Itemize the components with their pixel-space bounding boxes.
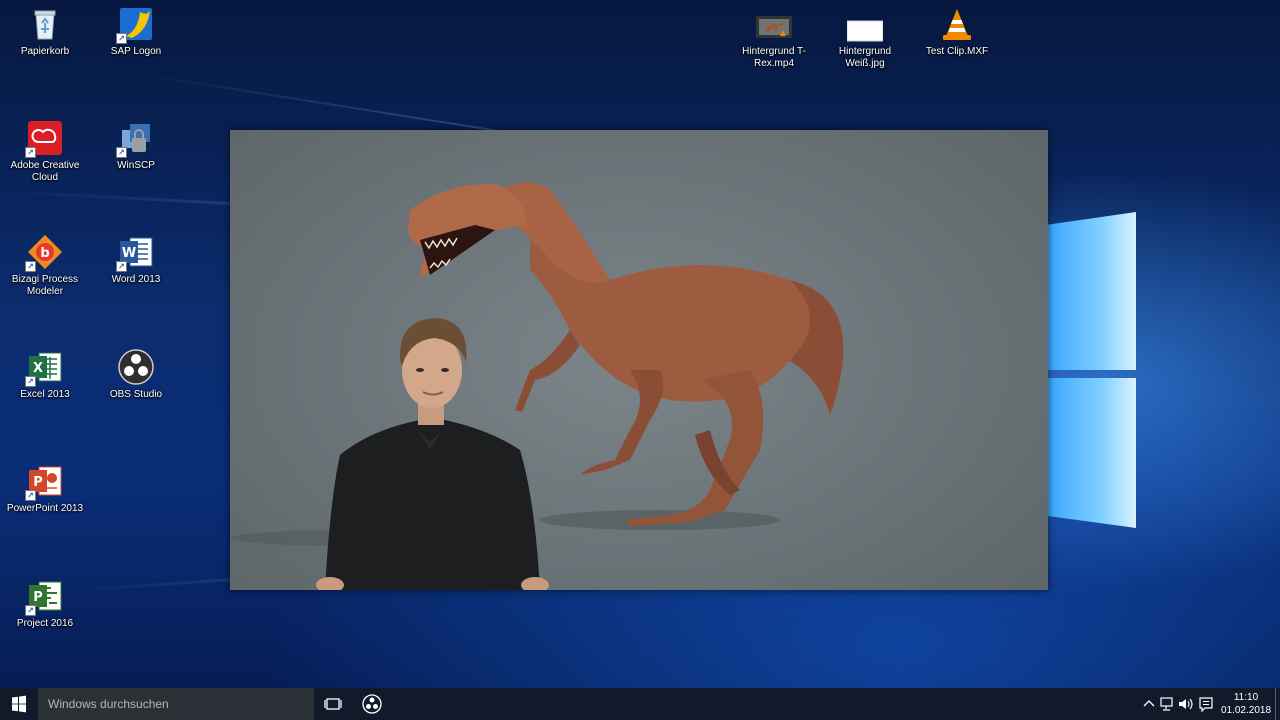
task-view-button[interactable] bbox=[313, 688, 353, 720]
icon-label: Word 2013 bbox=[111, 274, 161, 285]
tray-show-hidden-button[interactable] bbox=[1140, 688, 1158, 720]
taskbar: Windows durchsuchen 11:10 01.02.2018 bbox=[0, 688, 1280, 720]
windows-logo-wallpaper bbox=[1048, 212, 1140, 528]
speaker-icon bbox=[1179, 698, 1193, 710]
desktop-icon-excel[interactable]: X ↗ Excel 2013 bbox=[3, 349, 87, 401]
excel-icon: X ↗ bbox=[25, 349, 63, 387]
obs-taskbar-button[interactable] bbox=[352, 688, 392, 720]
task-view-icon bbox=[324, 698, 342, 710]
video-file-icon bbox=[756, 8, 792, 42]
desktop-icon-project[interactable]: P ↗ Project 2016 bbox=[3, 578, 87, 630]
icon-label: SAP Logon bbox=[110, 46, 162, 57]
icon-label: Hintergrund Weiß.jpg bbox=[838, 46, 892, 69]
svg-text:W: W bbox=[122, 246, 136, 261]
svg-text:P: P bbox=[33, 590, 43, 605]
desktop-icon-test-clip[interactable]: Test Clip.MXF bbox=[915, 8, 999, 58]
icon-label: Excel 2013 bbox=[20, 389, 70, 400]
desktop-icon-powerpoint[interactable]: P ↗ PowerPoint 2013 bbox=[3, 463, 87, 515]
action-center-icon bbox=[1199, 697, 1213, 713]
desktop-icon-hintergrund-trex[interactable]: Hintergrund T-Rex.mp4 bbox=[732, 8, 816, 70]
tray-notifications-button[interactable] bbox=[1196, 688, 1216, 720]
chevron-up-icon bbox=[1143, 700, 1155, 707]
obs-icon bbox=[118, 349, 154, 385]
desktop-icon-hintergrund-weiss[interactable]: Hintergrund Weiß.jpg bbox=[823, 8, 907, 70]
icon-label: WinSCP bbox=[117, 160, 155, 171]
icon-label: Project 2016 bbox=[16, 618, 74, 629]
word-icon: W ↗ bbox=[116, 234, 154, 272]
clock-time: 11:10 bbox=[1233, 692, 1259, 703]
desktop: Papierkorb ↗ SAP Logon ↗ Adobe Creative … bbox=[0, 0, 1280, 688]
svg-text:P: P bbox=[33, 475, 43, 490]
obs-icon bbox=[362, 694, 382, 714]
search-placeholder: Windows durchsuchen bbox=[48, 697, 169, 711]
project-icon: P ↗ bbox=[25, 578, 63, 616]
icon-label: Test Clip.MXF bbox=[925, 46, 989, 57]
clock-date: 01.02.2018 bbox=[1220, 705, 1272, 716]
winscp-icon: ↗ bbox=[116, 120, 154, 158]
tray-volume-button[interactable] bbox=[1176, 688, 1194, 720]
bizagi-icon: b ↗ bbox=[25, 234, 63, 272]
powerpoint-icon: P ↗ bbox=[25, 463, 63, 501]
icon-label: PowerPoint 2013 bbox=[6, 503, 84, 514]
icon-label: Adobe Creative Cloud bbox=[10, 160, 80, 183]
desktop-icon-bizagi[interactable]: b ↗ Bizagi Process Modeler bbox=[3, 234, 87, 298]
tray-network-button[interactable] bbox=[1158, 688, 1176, 720]
desktop-icon-adobe-cc[interactable]: ↗ Adobe Creative Cloud bbox=[3, 120, 87, 184]
sap-logon-icon: ↗ bbox=[116, 6, 154, 44]
icon-label: Hintergrund T-Rex.mp4 bbox=[742, 46, 806, 69]
svg-text:b: b bbox=[40, 246, 49, 261]
desktop-icon-word[interactable]: W ↗ Word 2013 bbox=[94, 234, 178, 286]
icon-label: Papierkorb bbox=[20, 46, 70, 57]
network-icon bbox=[1160, 697, 1173, 711]
vlc-icon bbox=[939, 8, 975, 42]
start-button[interactable] bbox=[0, 688, 38, 720]
desktop-icon-sap-logon[interactable]: ↗ SAP Logon bbox=[94, 6, 178, 58]
desktop-icon-obs[interactable]: OBS Studio bbox=[94, 349, 178, 401]
video-preview-window[interactable] bbox=[230, 130, 1048, 590]
desktop-icon-winscp[interactable]: ↗ WinSCP bbox=[94, 120, 178, 172]
show-desktop-button[interactable] bbox=[1275, 688, 1280, 720]
adobe-cc-icon: ↗ bbox=[25, 120, 63, 158]
search-input[interactable]: Windows durchsuchen bbox=[38, 688, 314, 720]
video-frame-image bbox=[230, 182, 844, 590]
desktop-icon-papierkorb[interactable]: Papierkorb bbox=[3, 6, 87, 58]
recycle-bin-icon bbox=[27, 6, 63, 42]
svg-text:X: X bbox=[33, 361, 43, 376]
icon-label: Bizagi Process Modeler bbox=[11, 274, 79, 297]
image-file-icon bbox=[846, 8, 884, 42]
taskbar-clock[interactable]: 11:10 01.02.2018 bbox=[1214, 691, 1278, 717]
icon-label: OBS Studio bbox=[109, 389, 163, 400]
windows-start-icon bbox=[12, 695, 26, 713]
